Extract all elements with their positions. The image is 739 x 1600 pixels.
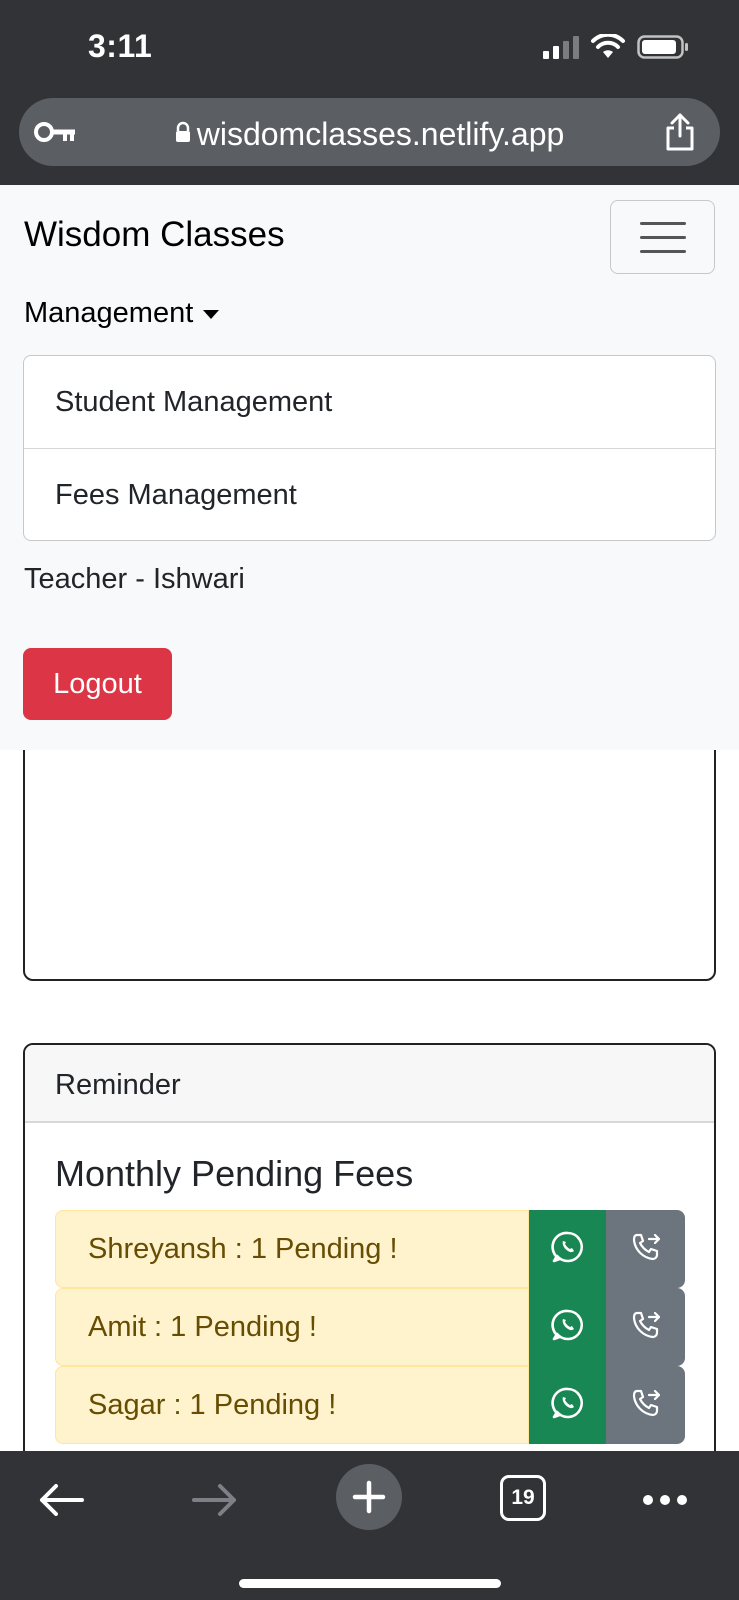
- pending-fees-title: Monthly Pending Fees: [55, 1153, 414, 1194]
- whatsapp-button[interactable]: [529, 1366, 606, 1444]
- brand-title[interactable]: Wisdom Classes: [24, 215, 285, 255]
- pending-list: Shreyansh : 1 Pending ! Amit : 1 Pending…: [55, 1210, 685, 1444]
- status-icons: [543, 34, 689, 60]
- menu-item-student-management[interactable]: Student Management: [24, 356, 715, 448]
- whatsapp-button[interactable]: [529, 1210, 606, 1288]
- dropdown-menu: Student Management Fees Management: [23, 355, 716, 541]
- pending-text: Sagar : 1 Pending !: [55, 1366, 529, 1444]
- call-button[interactable]: [606, 1366, 685, 1444]
- navbar-toggler-button[interactable]: [610, 200, 715, 274]
- dropdown-label: Management: [24, 297, 194, 329]
- pending-row: Shreyansh : 1 Pending !: [55, 1210, 685, 1288]
- url-text: wisdomclasses.netlify.app: [196, 116, 565, 152]
- management-dropdown[interactable]: Management: [24, 297, 220, 330]
- call-button[interactable]: [606, 1210, 685, 1288]
- hamburger-icon: [639, 221, 686, 225]
- home-indicator: [239, 1579, 501, 1588]
- caret-down-icon: [203, 310, 220, 319]
- reminder-header: Reminder: [25, 1045, 714, 1123]
- more-icon[interactable]: [640, 1475, 690, 1525]
- battery-icon: [637, 35, 688, 59]
- wifi-icon: [591, 34, 625, 58]
- pending-row: Sagar : 1 Pending !: [55, 1366, 685, 1444]
- phone-forward-icon: [629, 1308, 663, 1347]
- pending-text: Amit : 1 Pending !: [55, 1288, 529, 1366]
- browser-address-area: wisdomclasses.netlify.app: [0, 92, 739, 185]
- navbar: Wisdom Classes Management Student Manage…: [0, 185, 739, 750]
- status-time: 3:11: [88, 28, 153, 64]
- cellular-signal-icon: [543, 35, 579, 59]
- pending-row: Amit : 1 Pending !: [55, 1288, 685, 1366]
- teacher-name: Teacher - Ishwari: [24, 563, 245, 595]
- new-tab-button[interactable]: [336, 1464, 402, 1530]
- menu-item-fees-management[interactable]: Fees Management: [24, 448, 715, 540]
- whatsapp-icon: [550, 1308, 585, 1347]
- whatsapp-icon: [550, 1386, 585, 1425]
- url-display[interactable]: wisdomclasses.netlify.app: [19, 114, 720, 153]
- status-bar: 3:11: [0, 0, 739, 92]
- address-bar[interactable]: wisdomclasses.netlify.app: [19, 98, 720, 166]
- back-arrow-icon[interactable]: [36, 1475, 86, 1525]
- browser-toolbar: 19: [0, 1451, 739, 1600]
- tabs-button[interactable]: 19: [500, 1475, 546, 1521]
- whatsapp-icon: [550, 1230, 585, 1269]
- phone-forward-icon: [629, 1230, 663, 1269]
- plus-icon: [352, 1480, 386, 1514]
- phone-forward-icon: [629, 1386, 663, 1425]
- whatsapp-button[interactable]: [529, 1288, 606, 1366]
- share-icon[interactable]: [658, 110, 702, 154]
- lock-icon: [175, 114, 191, 151]
- call-button[interactable]: [606, 1288, 685, 1366]
- reminder-card: Reminder Monthly Pending Fees Shreyansh …: [23, 1043, 716, 1451]
- logout-button[interactable]: Logout: [23, 648, 172, 720]
- forward-arrow-icon[interactable]: [190, 1475, 240, 1525]
- pending-text: Shreyansh : 1 Pending !: [55, 1210, 529, 1288]
